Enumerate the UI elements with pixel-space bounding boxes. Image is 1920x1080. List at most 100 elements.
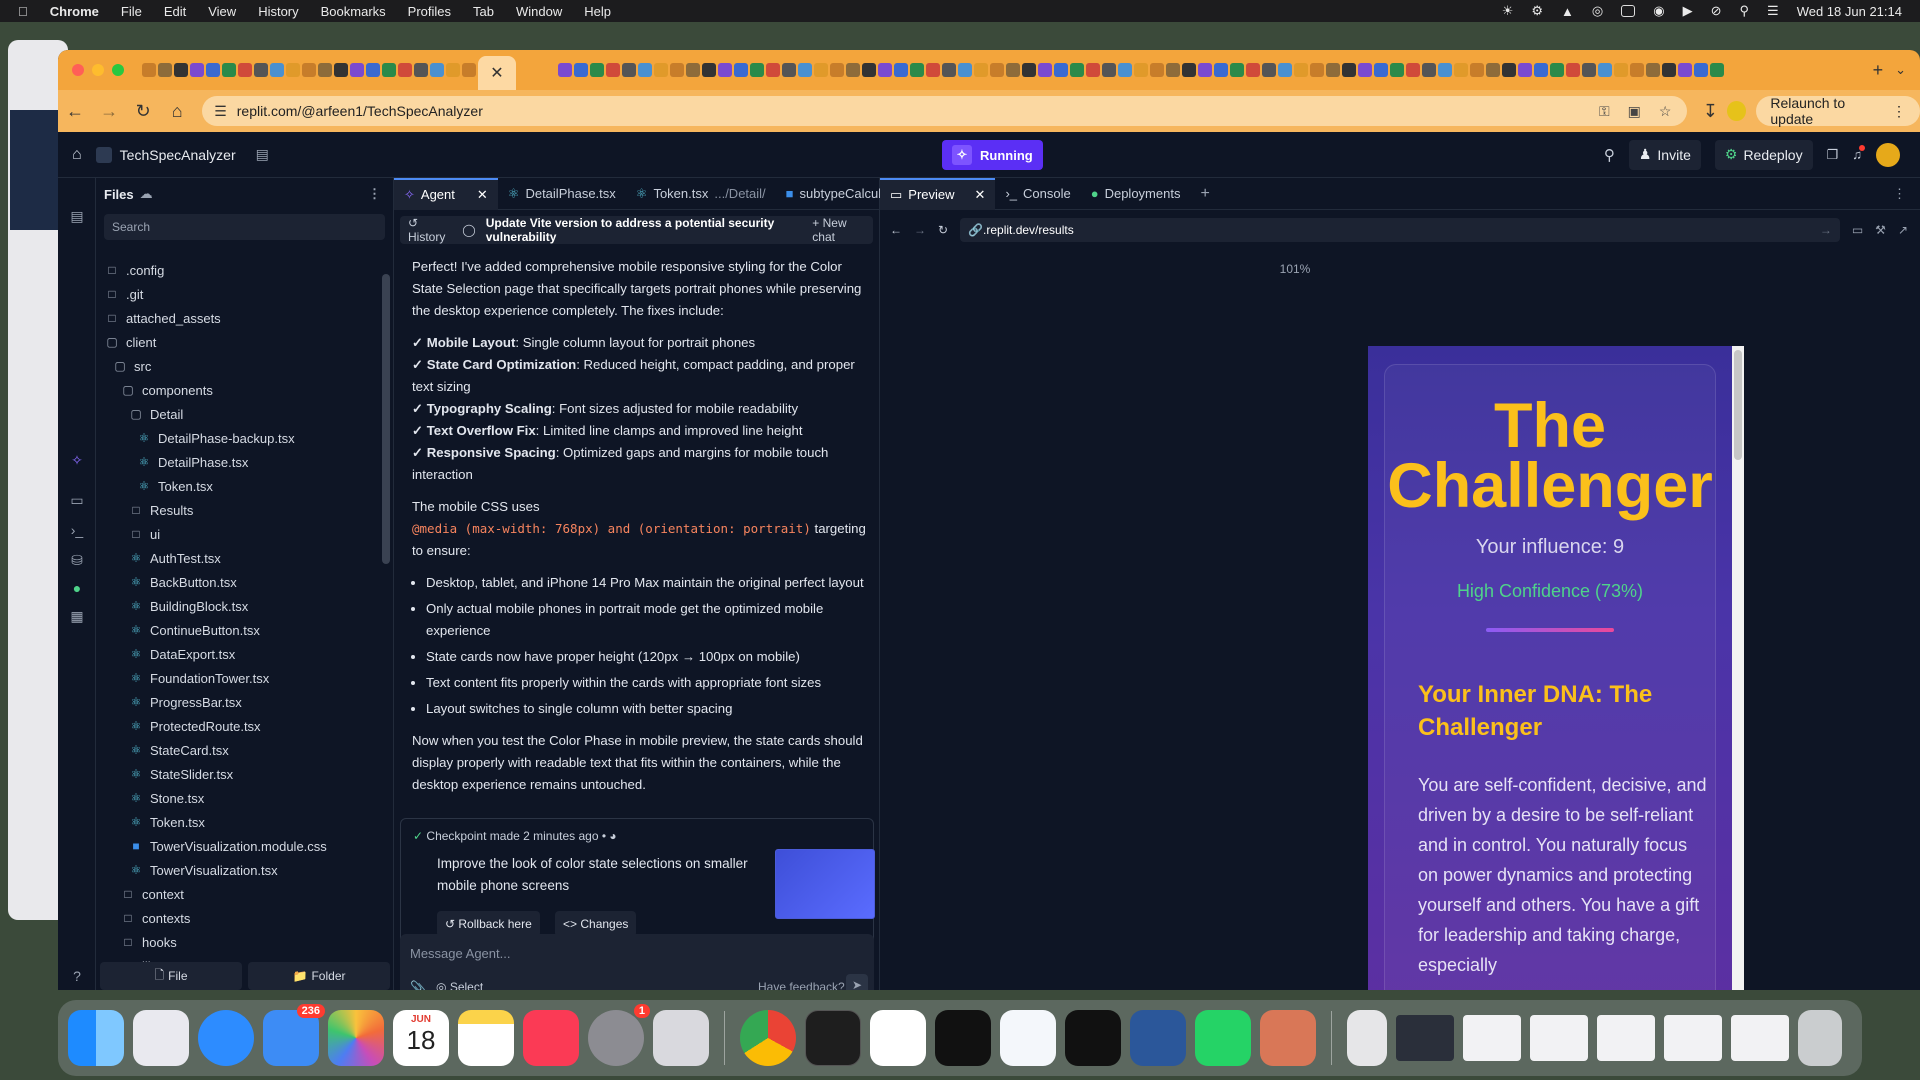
file-tree-item[interactable]: □ attached_assets — [96, 306, 376, 330]
whatsapp-icon[interactable] — [1195, 1010, 1251, 1066]
battery-icon[interactable] — [1621, 5, 1636, 17]
tab-favicon-icon[interactable] — [302, 63, 316, 77]
menu-edit[interactable]: Edit — [164, 4, 186, 19]
tab-favicon-icon[interactable] — [702, 63, 716, 77]
drive-icon[interactable]: ▲ — [1561, 4, 1574, 19]
files-scrollbar[interactable] — [382, 274, 390, 564]
help-icon[interactable]: ? — [68, 968, 86, 984]
install-app-icon[interactable]: ▣ — [1628, 103, 1641, 120]
notes-icon[interactable] — [458, 1010, 514, 1066]
tab-preview[interactable]: ▭ Preview ✕ — [880, 177, 996, 210]
tab-favicon-icon[interactable] — [1582, 63, 1596, 77]
file-tree-item[interactable]: ⚛ Token.tsx — [96, 810, 376, 834]
tab-favicon-icon[interactable] — [670, 63, 684, 77]
tab-favicon-icon[interactable] — [1358, 63, 1372, 77]
preview-menu-icon[interactable]: ⋮ — [1893, 186, 1906, 202]
tab-favicon-icon[interactable] — [222, 63, 236, 77]
download-icon[interactable]: ↧ — [1693, 101, 1727, 122]
file-tree-item[interactable]: ⚛ ProtectedRoute.tsx — [96, 714, 376, 738]
tab-favicon-icon[interactable] — [1102, 63, 1116, 77]
user-icon[interactable]: ◉ — [1653, 3, 1664, 19]
tab-favicon-icon[interactable] — [718, 63, 732, 77]
tab-search-icon[interactable]: ⌄ — [1895, 62, 1906, 78]
wifi-icon[interactable]: ◎ — [1592, 3, 1603, 19]
finder-icon[interactable] — [68, 1010, 124, 1066]
agent-icon[interactable]: ✧ — [68, 452, 86, 469]
file-tree-item[interactable]: ⚛ BackButton.tsx — [96, 570, 376, 594]
chatgpt-icon[interactable] — [870, 1010, 926, 1066]
tab-favicon-icon[interactable] — [782, 63, 796, 77]
chrome-icon[interactable] — [740, 1010, 796, 1066]
file-tree-item[interactable]: ▢ client — [96, 330, 376, 354]
file-tree-item[interactable]: □ .config — [96, 258, 376, 282]
search-icon[interactable]: ⚲ — [1604, 146, 1615, 164]
tab-favicon-icon[interactable] — [798, 63, 812, 77]
tab-favicon-icon[interactable] — [974, 63, 988, 77]
menu-view[interactable]: View — [208, 4, 236, 19]
tab-favicon-icon[interactable] — [990, 63, 1004, 77]
tab-favicon-icon[interactable] — [1246, 63, 1260, 77]
tab-favicon-icon[interactable] — [1390, 63, 1404, 77]
file-tree-item[interactable]: □ ui — [96, 522, 376, 546]
tab-favicon-icon[interactable] — [1326, 63, 1340, 77]
scroll-thumb[interactable] — [1734, 350, 1742, 460]
vscode-icon[interactable] — [1000, 1010, 1056, 1066]
tab-favicon-icon[interactable] — [942, 63, 956, 77]
tab-favicon-icon[interactable] — [430, 63, 444, 77]
tab-favicon-icon[interactable] — [1486, 63, 1500, 77]
forward-icon[interactable]: → — [92, 101, 126, 122]
relaunch-button[interactable]: Relaunch to update ⋮ — [1756, 95, 1920, 127]
tab-favicon-icon[interactable] — [206, 63, 220, 77]
tab-favicon-icon[interactable] — [414, 63, 428, 77]
tab-console[interactable]: ›_ Console — [995, 178, 1080, 210]
clock[interactable]: Wed 18 Jun 21:14 — [1797, 4, 1902, 19]
tab-favicon-icon[interactable] — [1598, 63, 1612, 77]
close-icon[interactable]: ✕ — [975, 187, 986, 203]
tab-favicon-icon[interactable] — [190, 63, 204, 77]
tab-favicon-icon[interactable] — [894, 63, 908, 77]
tab-favicon-icon[interactable] — [1518, 63, 1532, 77]
minimized-window-thumb[interactable] — [1597, 1015, 1655, 1061]
tab-favicon-icon[interactable] — [318, 63, 332, 77]
tab-favicon-icon[interactable] — [750, 63, 764, 77]
tab-favicon-icon[interactable] — [1614, 63, 1628, 77]
new-file-button[interactable]: 🗋 File — [100, 962, 242, 990]
invite-button[interactable]: ♟ Invite — [1628, 139, 1701, 170]
file-tree-item[interactable]: ⚛ ContinueButton.tsx — [96, 618, 376, 642]
tab-favicon-icon[interactable] — [1006, 63, 1020, 77]
tab-favicon-icon[interactable] — [1454, 63, 1468, 77]
file-tree-item[interactable]: ⚛ StateSlider.tsx — [96, 762, 376, 786]
tab-favicon-icon[interactable] — [1406, 63, 1420, 77]
tab-favicon-icon[interactable] — [1054, 63, 1068, 77]
tab-favicon-icon[interactable] — [638, 63, 652, 77]
maximize-window-button[interactable] — [112, 64, 124, 76]
tab-favicon-icon[interactable] — [1294, 63, 1308, 77]
bookmark-star-icon[interactable]: ☆ — [1659, 103, 1672, 120]
home-icon[interactable]: ⌂ — [72, 146, 82, 164]
tab-favicon-icon[interactable] — [558, 63, 572, 77]
minimized-window-thumb[interactable] — [1463, 1015, 1521, 1061]
minimized-window-thumb[interactable] — [1731, 1015, 1789, 1061]
tab-favicon-icon[interactable] — [1278, 63, 1292, 77]
eye-icon[interactable]: ◕ — [609, 829, 616, 843]
tab-favicon-icon[interactable] — [1422, 63, 1436, 77]
tab-favicon-icon[interactable] — [174, 63, 188, 77]
system-settings-icon[interactable]: 1 — [588, 1004, 650, 1066]
user-avatar[interactable] — [1876, 142, 1900, 167]
tab-favicon-icon[interactable] — [1566, 63, 1580, 77]
brightness-icon[interactable]: ☀ — [1502, 3, 1514, 19]
menu-bookmarks[interactable]: Bookmarks — [321, 4, 386, 19]
tab-favicon-icon[interactable] — [1262, 63, 1276, 77]
preview-icon[interactable]: ▭ — [68, 492, 86, 509]
password-key-icon[interactable]: ⚿ — [1599, 103, 1610, 120]
tab-favicon-icon[interactable] — [1150, 63, 1164, 77]
preview-url-input[interactable]: 🔗 .replit.dev/results → — [960, 218, 1840, 242]
iphone-mirroring-icon[interactable] — [653, 1010, 709, 1066]
tab-favicon-icon[interactable] — [1214, 63, 1228, 77]
tab-active-close-icon[interactable]: ✕ — [478, 56, 516, 90]
omnibox[interactable]: ☰ replit.com/@arfeen1/TechSpecAnalyzer ⚿… — [202, 96, 1688, 126]
project-switcher[interactable]: TechSpecAnalyzer ▤ — [95, 146, 269, 163]
tab-favicon-icon[interactable] — [878, 63, 892, 77]
apple-icon[interactable]:  — [18, 4, 28, 19]
menu-tab[interactable]: Tab — [473, 4, 494, 19]
